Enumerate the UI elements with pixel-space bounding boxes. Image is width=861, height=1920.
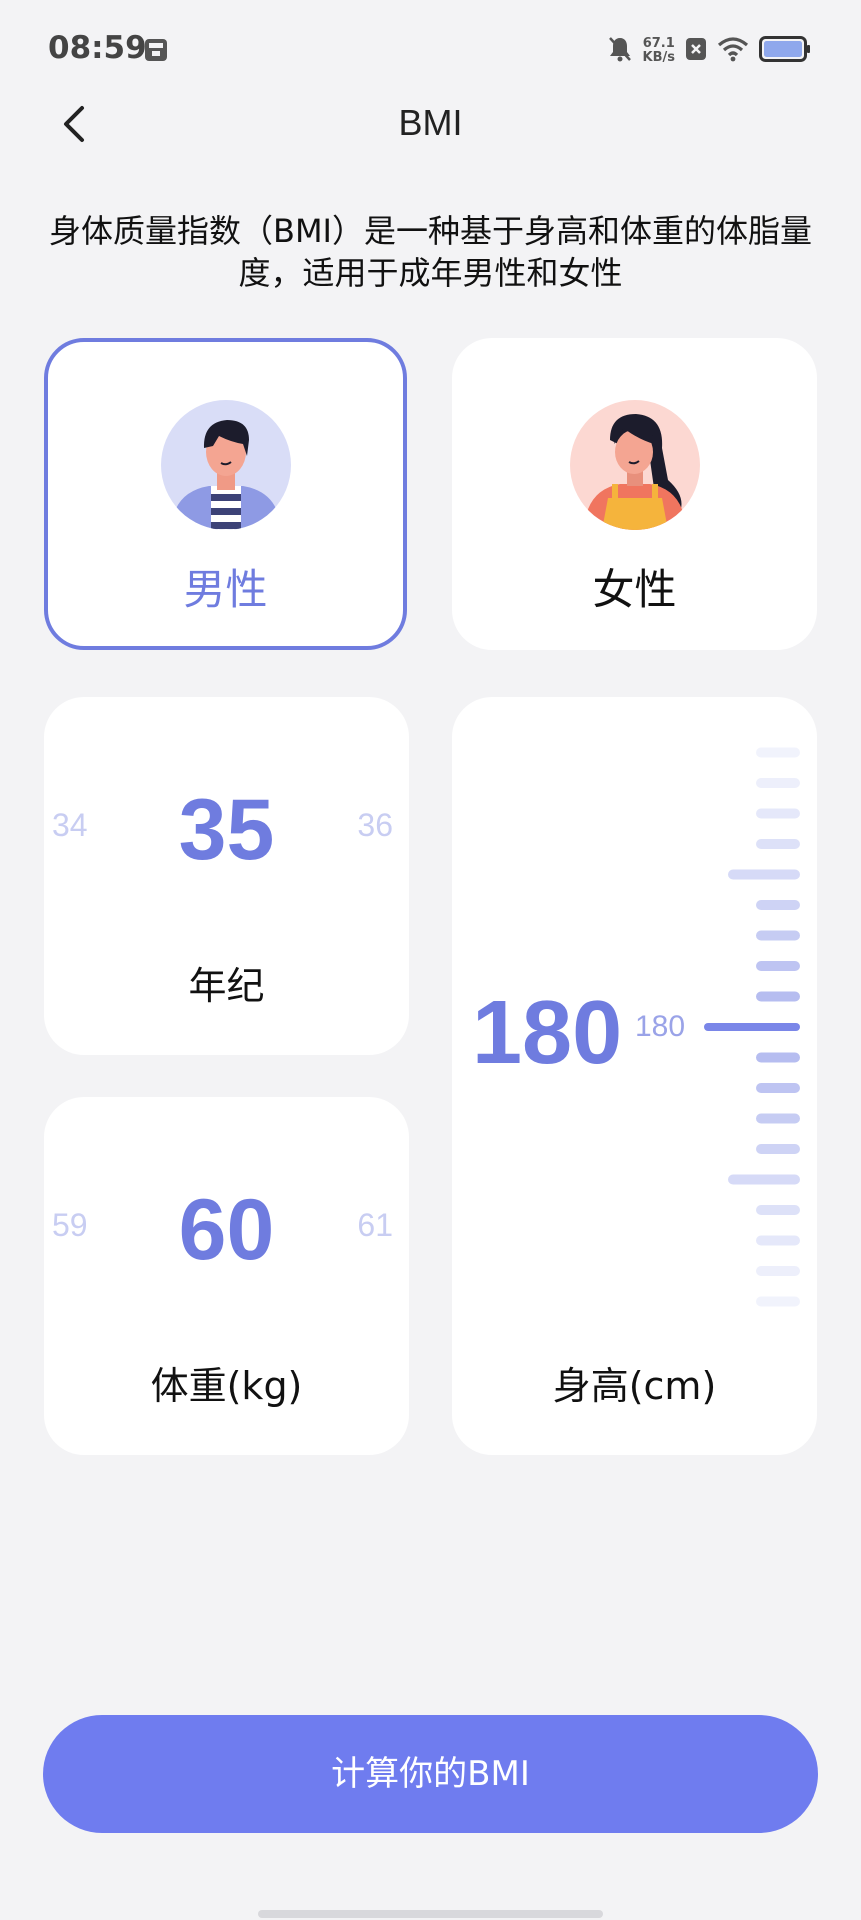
battery-icon: [759, 36, 811, 66]
status-icons: 67.1 KB/s: [607, 34, 811, 68]
ruler-tick: [728, 1174, 800, 1185]
ruler-tick: [728, 869, 800, 880]
ruler-tick: [756, 961, 800, 971]
ruler-tick: [756, 808, 800, 819]
age-next-value[interactable]: 36: [357, 807, 393, 844]
ruler-tick: [756, 1113, 800, 1124]
gender-label-female: 女性: [592, 565, 677, 614]
mute-icon: [607, 35, 633, 67]
net-speed-unit: KB/s: [642, 50, 675, 65]
ruler-tick: [756, 747, 800, 758]
close-box-icon: [685, 37, 707, 65]
home-indicator[interactable]: [258, 1910, 603, 1918]
ruler-selected-tick: [704, 1023, 800, 1031]
app-notification-icon: [144, 38, 168, 66]
height-picker[interactable]: 180 180 身高(cm): [452, 697, 817, 1455]
height-label: 身高(cm): [552, 1364, 717, 1408]
ruler-tick: [756, 930, 800, 941]
weight-label: 体重(kg): [150, 1364, 303, 1408]
ruler-tick: [756, 1235, 800, 1246]
age-value: 35: [178, 782, 275, 878]
ruler-tick: [756, 991, 800, 1002]
weight-picker[interactable]: 59 60 61 体重(kg): [44, 1097, 409, 1455]
ruler-tick: [756, 1296, 800, 1307]
weight-next-value[interactable]: 61: [357, 1207, 393, 1244]
ruler-tick: [756, 839, 800, 849]
height-tick-label: 180: [635, 1010, 686, 1043]
female-avatar-icon: [569, 400, 700, 530]
calculate-bmi-button[interactable]: 计算你的BMI: [43, 1715, 818, 1833]
ruler-tick: [756, 1144, 800, 1154]
gender-option-female[interactable]: 女性: [452, 338, 817, 650]
ruler-tick: [756, 900, 800, 910]
ruler-tick: [756, 1266, 800, 1276]
wifi-icon: [717, 36, 749, 66]
age-picker[interactable]: 34 35 36 年纪: [44, 697, 409, 1055]
age-label: 年纪: [188, 964, 265, 1008]
ruler-tick: [756, 1083, 800, 1093]
gender-option-male[interactable]: 男性: [44, 338, 407, 650]
status-time: 08:59: [48, 30, 147, 66]
male-avatar-icon: [160, 400, 291, 530]
ruler-tick: [756, 1205, 800, 1215]
ruler-tick: [756, 778, 800, 788]
gender-label-male: 男性: [183, 565, 268, 614]
bmi-description: 身体质量指数（BMI）是一种基于身高和体重的体脂量度，适用于成年男性和女性: [48, 212, 812, 292]
height-value: 180: [472, 983, 623, 1083]
net-speed-value: 67.1: [642, 36, 675, 51]
page-title: BMI: [398, 102, 463, 143]
ruler-tick: [756, 1052, 800, 1063]
status-bar: 08:59 67.1 KB/s: [0, 0, 861, 100]
weight-value: 60: [178, 1182, 275, 1278]
net-speed: 67.1 KB/s: [643, 37, 675, 65]
